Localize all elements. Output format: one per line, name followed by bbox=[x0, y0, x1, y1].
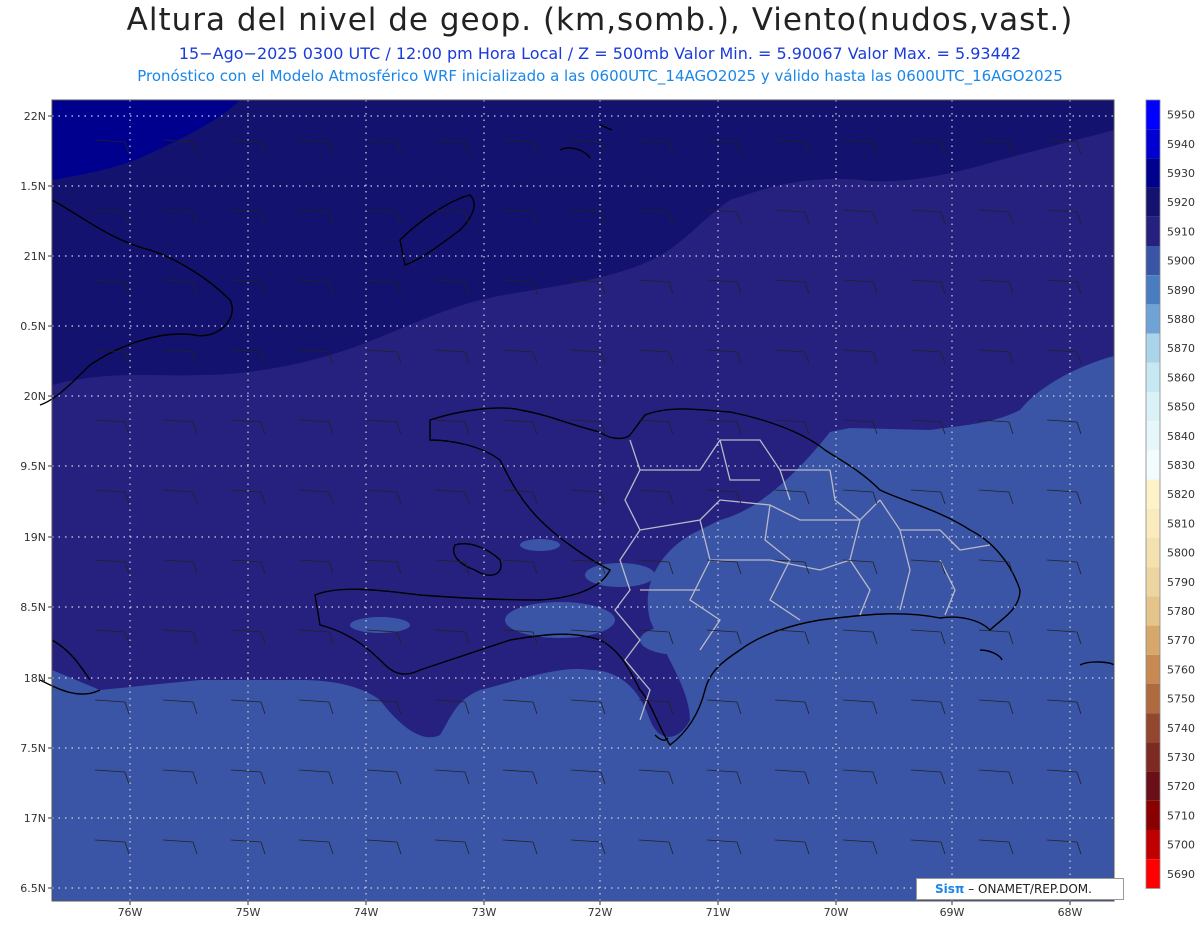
credit-org: – ONAMET/REP.DOM. bbox=[968, 882, 1092, 896]
colorbar-label: 5820 bbox=[1167, 488, 1195, 501]
credit-box: Sisπ – ONAMET/REP.DOM. bbox=[916, 878, 1124, 900]
colorbar-swatch bbox=[1146, 859, 1160, 889]
colorbar-label: 5840 bbox=[1167, 430, 1195, 443]
lat-label: 19N bbox=[24, 531, 46, 544]
colorbar-label: 5780 bbox=[1167, 605, 1195, 618]
lat-label: 6.5N bbox=[20, 882, 46, 895]
lon-label: 75W bbox=[236, 906, 261, 919]
lon-label: 74W bbox=[354, 906, 379, 919]
colorbar-label: 5860 bbox=[1167, 371, 1195, 384]
colorbar-swatch bbox=[1146, 158, 1160, 188]
map-panel bbox=[52, 100, 1114, 901]
colorbar-swatch bbox=[1146, 304, 1160, 334]
colorbar-label: 5910 bbox=[1167, 225, 1195, 238]
latitude-labels: 22N 1.5N 21N 0.5N 20N 9.5N 19N 8.5N 18N 7.5N 17N 6.… bbox=[20, 110, 52, 895]
colorbar-swatch bbox=[1146, 246, 1160, 276]
colorbar-swatch bbox=[1146, 567, 1160, 597]
colorbar-swatch bbox=[1146, 654, 1160, 684]
colorbar-label: 5770 bbox=[1167, 634, 1195, 647]
colorbar-label: 5900 bbox=[1167, 255, 1195, 268]
colorbar-swatch bbox=[1146, 129, 1160, 159]
colorbar-label: 5740 bbox=[1167, 722, 1195, 735]
colorbar-swatch bbox=[1146, 479, 1160, 509]
colorbar: 5950 5940 5930 5920 5910 5900 5890 5880 5870 5860… bbox=[1145, 99, 1195, 889]
colorbar-swatch bbox=[1146, 450, 1160, 480]
lat-label: 20N bbox=[24, 390, 46, 403]
colorbar-label: 5810 bbox=[1167, 517, 1195, 530]
lon-label: 70W bbox=[824, 906, 849, 919]
lon-label: 73W bbox=[472, 906, 497, 919]
colorbar-label: 5710 bbox=[1167, 809, 1195, 822]
colorbar-swatch bbox=[1146, 333, 1160, 363]
colorbar-label: 5700 bbox=[1167, 839, 1195, 852]
colorbar-label: 5950 bbox=[1167, 109, 1195, 122]
lon-label: 68W bbox=[1058, 906, 1083, 919]
colorbar-swatch bbox=[1146, 830, 1160, 860]
colorbar-label: 5730 bbox=[1167, 751, 1195, 764]
colorbar-label: 5930 bbox=[1167, 167, 1195, 180]
lon-label: 71W bbox=[706, 906, 731, 919]
lat-label: 7.5N bbox=[20, 742, 46, 755]
forecast-map: 22N 1.5N 21N 0.5N 20N 9.5N 19N 8.5N 18N 7.5N 17N 6.… bbox=[20, 99, 1195, 919]
colorbar-swatch bbox=[1146, 508, 1160, 538]
colorbar-label: 5940 bbox=[1167, 138, 1195, 151]
lon-label: 76W bbox=[118, 906, 143, 919]
colorbar-swatch bbox=[1146, 538, 1160, 568]
lat-label: 8.5N bbox=[20, 601, 46, 614]
colorbar-label: 5850 bbox=[1167, 401, 1195, 414]
colorbar-swatch bbox=[1146, 216, 1160, 246]
colorbar-swatch bbox=[1146, 625, 1160, 655]
lat-label: 17N bbox=[24, 812, 46, 825]
lat-label: 1.5N bbox=[20, 180, 46, 193]
colorbar-label: 5830 bbox=[1167, 459, 1195, 472]
lat-label: 22N bbox=[24, 110, 46, 123]
credit-brand: Sisπ bbox=[935, 882, 965, 896]
colorbar-label: 5690 bbox=[1167, 868, 1195, 881]
colorbar-label: 5920 bbox=[1167, 196, 1195, 209]
colorbar-label: 5720 bbox=[1167, 780, 1195, 793]
colorbar-swatch bbox=[1146, 362, 1160, 392]
lat-label: 0.5N bbox=[20, 320, 46, 333]
colorbar-label: 5800 bbox=[1167, 547, 1195, 560]
colorbar-swatch bbox=[1146, 187, 1160, 217]
colorbar-swatch bbox=[1146, 275, 1160, 305]
colorbar-swatch bbox=[1146, 100, 1160, 130]
colorbar-label: 5880 bbox=[1167, 313, 1195, 326]
colorbar-swatch bbox=[1146, 684, 1160, 714]
colorbar-swatch bbox=[1146, 596, 1160, 626]
colorbar-swatch bbox=[1146, 800, 1160, 830]
colorbar-swatch bbox=[1146, 392, 1160, 422]
lat-label: 9.5N bbox=[20, 460, 46, 473]
colorbar-swatch bbox=[1146, 713, 1160, 743]
lat-label: 18N bbox=[24, 672, 46, 685]
longitude-labels: 76W 75W 74W 73W 72W 71W 70W 69W 68W bbox=[118, 901, 1083, 919]
colorbar-label: 5790 bbox=[1167, 576, 1195, 589]
lon-label: 69W bbox=[940, 906, 965, 919]
colorbar-label: 5750 bbox=[1167, 693, 1195, 706]
lat-label: 21N bbox=[24, 250, 46, 263]
colorbar-label: 5890 bbox=[1167, 284, 1195, 297]
lon-label: 72W bbox=[588, 906, 613, 919]
colorbar-label: 5760 bbox=[1167, 663, 1195, 676]
colorbar-swatch bbox=[1146, 771, 1160, 801]
colorbar-swatch bbox=[1146, 421, 1160, 451]
colorbar-swatch bbox=[1146, 742, 1160, 772]
colorbar-label: 5870 bbox=[1167, 342, 1195, 355]
